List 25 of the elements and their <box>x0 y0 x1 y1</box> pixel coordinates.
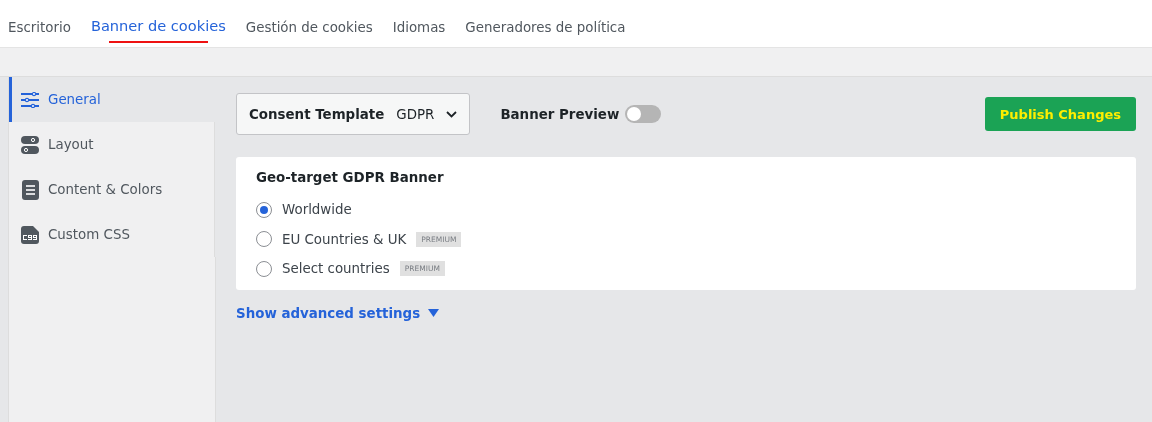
sliders-icon <box>21 91 39 108</box>
option-label: EU Countries & UK <box>282 231 407 247</box>
nav-tab[interactable]: Generadores de política <box>465 8 626 39</box>
nav-tab[interactable]: Gestión de cookies <box>245 8 373 39</box>
template-dropdown[interactable]: Consent Template GDPR <box>236 93 471 135</box>
preview-toggle[interactable] <box>625 105 662 123</box>
radio-button[interactable] <box>256 260 272 277</box>
option-label: Select countries <box>282 261 390 277</box>
sidebar-item[interactable]: Content & Colors <box>9 167 215 212</box>
css-file-icon <box>21 225 39 244</box>
triangle-down-icon <box>428 309 440 317</box>
radio-button[interactable] <box>256 231 272 248</box>
document-icon <box>21 179 39 200</box>
sidebar-item[interactable]: Layout <box>9 122 215 167</box>
option-label: Worldwide <box>282 202 352 218</box>
sidebar-item[interactable]: Custom CSS <box>9 212 215 257</box>
nav-tab[interactable]: Banner de cookies <box>90 3 226 44</box>
preview-label: Banner Preview <box>500 106 620 122</box>
radio-button[interactable] <box>256 201 272 218</box>
toggles-icon <box>21 135 39 154</box>
advanced-settings-link[interactable]: Show advanced settings <box>236 305 440 321</box>
chevron-down-icon <box>446 110 458 118</box>
card-title: Geo-target GDPR Banner <box>256 170 445 185</box>
nav-tab[interactable]: Idiomas <box>392 8 446 39</box>
nav-tab[interactable]: Escritorio <box>8 8 71 39</box>
